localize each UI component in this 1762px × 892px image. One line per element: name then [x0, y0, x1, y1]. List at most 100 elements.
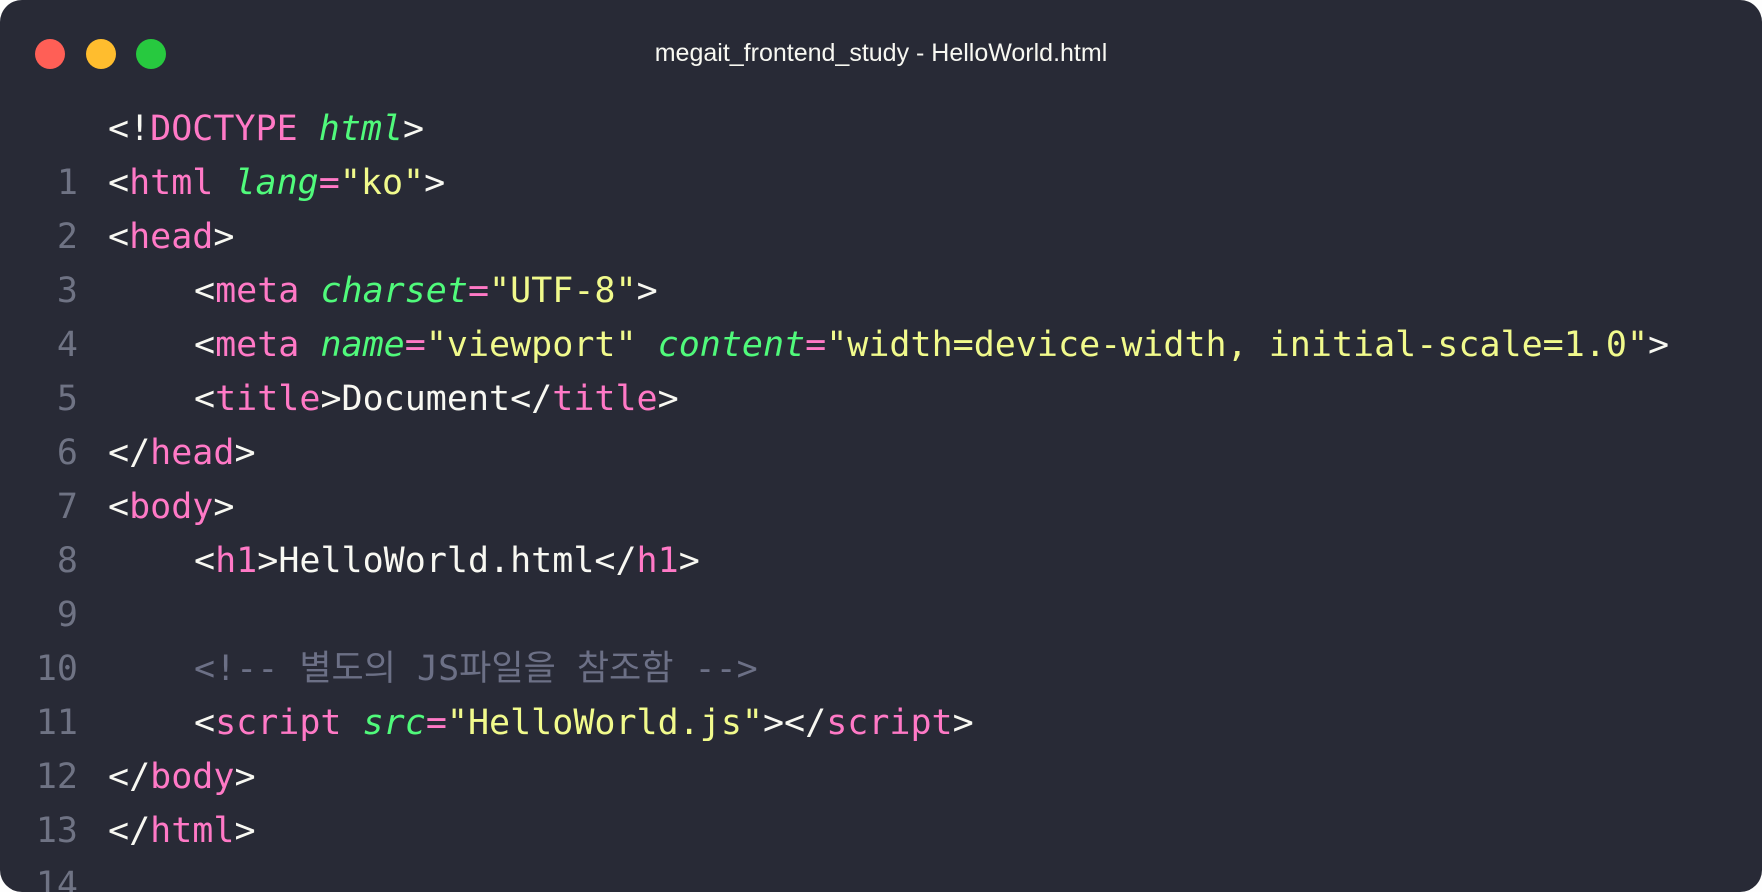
code-punct: > [678, 541, 700, 581]
code-attribute: charset [320, 271, 468, 311]
code-attribute: html [318, 109, 404, 149]
code-tag: html [150, 811, 235, 851]
line-content: <title>Document</title> [108, 372, 679, 426]
line-number: 14 [35, 865, 78, 892]
code-tag: body [129, 487, 214, 527]
code-text: Document [341, 379, 511, 419]
code-tag: html [129, 163, 214, 203]
line-content: <html lang="ko"> [108, 156, 445, 210]
code-text: HelloWorld.html [278, 541, 595, 581]
line-content: <head> [108, 210, 234, 264]
line-content: <script src="HelloWorld.js"></script> [108, 696, 974, 750]
code-punct: > [234, 433, 256, 473]
editor-window: megait_frontend_study - HelloWorld.html … [0, 0, 1762, 892]
code-line: 8 <body> [0, 480, 1762, 581]
line-content: </html> [108, 804, 256, 858]
code-line: 5 <meta name="viewport" content="width=d… [0, 318, 1762, 419]
code-attribute: name [320, 325, 405, 365]
code-tag: script [826, 703, 953, 743]
code-punct: > [213, 217, 235, 257]
code-punct: </ [510, 379, 553, 419]
code-line: 14 </html> [0, 804, 1762, 892]
code-line: 3 <head> [0, 210, 1762, 311]
code-punct: </ [108, 811, 151, 851]
code-punct: > [1648, 325, 1670, 365]
line-content: <!-- 별도의 JS파일을 참조함 --> [108, 642, 758, 696]
code-line: 10 [0, 588, 1762, 689]
code-line: 4 <meta charset="UTF-8"> [0, 264, 1762, 365]
line-content: <h1>HelloWorld.html</h1> [108, 534, 700, 588]
code-punct: <! [108, 109, 151, 149]
code-tag: h1 [215, 541, 258, 581]
code-punct: > [403, 109, 425, 149]
code-line: 1 <!DOCTYPE html> [0, 102, 1762, 203]
code-line: 11 <!-- 별도의 JS파일을 참조함 --> [0, 642, 1762, 743]
code-punct: </ [108, 757, 151, 797]
code-string: "UTF-8" [489, 271, 637, 311]
code-tag: DOCTYPE [150, 109, 298, 149]
code-punct: > [636, 271, 658, 311]
code-punct: </ [594, 541, 637, 581]
code-punct: </ [108, 433, 151, 473]
code-editor[interactable]: 1 <!DOCTYPE html> 2 <html lang="ko"> 3 <… [0, 102, 1762, 892]
code-tag: script [215, 703, 342, 743]
code-string: "HelloWorld.js" [446, 703, 763, 743]
code-punct: < [194, 703, 216, 743]
code-tag: title [552, 379, 658, 419]
code-punct: > [320, 379, 342, 419]
code-punct: < [194, 379, 216, 419]
code-punct: > [213, 487, 235, 527]
code-punct: > [657, 379, 679, 419]
code-punct: < [194, 325, 216, 365]
line-content: <body> [108, 480, 234, 534]
code-tag: title [215, 379, 321, 419]
code-attribute: content [657, 325, 806, 365]
code-comment: <!-- 별도의 JS파일을 참조함 --> [194, 649, 758, 689]
code-punct: > [424, 163, 446, 203]
code-tag: body [150, 757, 235, 797]
window-title: megait_frontend_study - HelloWorld.html [654, 39, 1108, 67]
code-tag: meta [215, 325, 300, 365]
code-line: 7 </head> [0, 426, 1762, 527]
code-punct: < [194, 541, 216, 581]
code-punct: < [108, 217, 130, 257]
code-attribute: src [362, 703, 426, 743]
code-tag: meta [215, 271, 300, 311]
line-content: </body> [108, 750, 256, 804]
line-content: <meta charset="UTF-8"> [108, 264, 658, 318]
code-tag: head [129, 217, 214, 257]
code-tag: head [150, 433, 235, 473]
code-line: 2 <html lang="ko"> [0, 156, 1762, 257]
code-punct: > [234, 757, 256, 797]
code-punct: > [234, 811, 256, 851]
code-punct: > [952, 703, 974, 743]
code-line: 13 </body> [0, 750, 1762, 851]
code-punct: < [108, 487, 130, 527]
code-string: "viewport" [425, 325, 637, 365]
line-content: <meta name="viewport" content="width=dev… [108, 318, 1669, 372]
code-line: 6 <title>Document</title> [0, 372, 1762, 473]
code-punct: > [257, 541, 279, 581]
title-bar: megait_frontend_study - HelloWorld.html [0, 0, 1762, 100]
code-line: 9 <h1>HelloWorld.html</h1> [0, 534, 1762, 635]
code-line: 12 <script src="HelloWorld.js"></script> [0, 696, 1762, 797]
code-punct: < [194, 271, 216, 311]
code-equals: = [318, 163, 340, 203]
line-content: <!DOCTYPE html> [108, 102, 424, 156]
code-equals: = [425, 703, 447, 743]
code-string: "ko" [339, 163, 425, 203]
code-punct: < [108, 163, 130, 203]
line-content: </head> [108, 426, 256, 480]
code-attribute: lang [234, 163, 319, 203]
code-equals: = [805, 325, 827, 365]
code-tag: h1 [636, 541, 679, 581]
code-string: "width=device-width, initial-scale=1.0" [826, 325, 1649, 365]
code-equals: = [404, 325, 426, 365]
code-punct: ></ [762, 703, 827, 743]
code-equals: = [467, 271, 490, 311]
